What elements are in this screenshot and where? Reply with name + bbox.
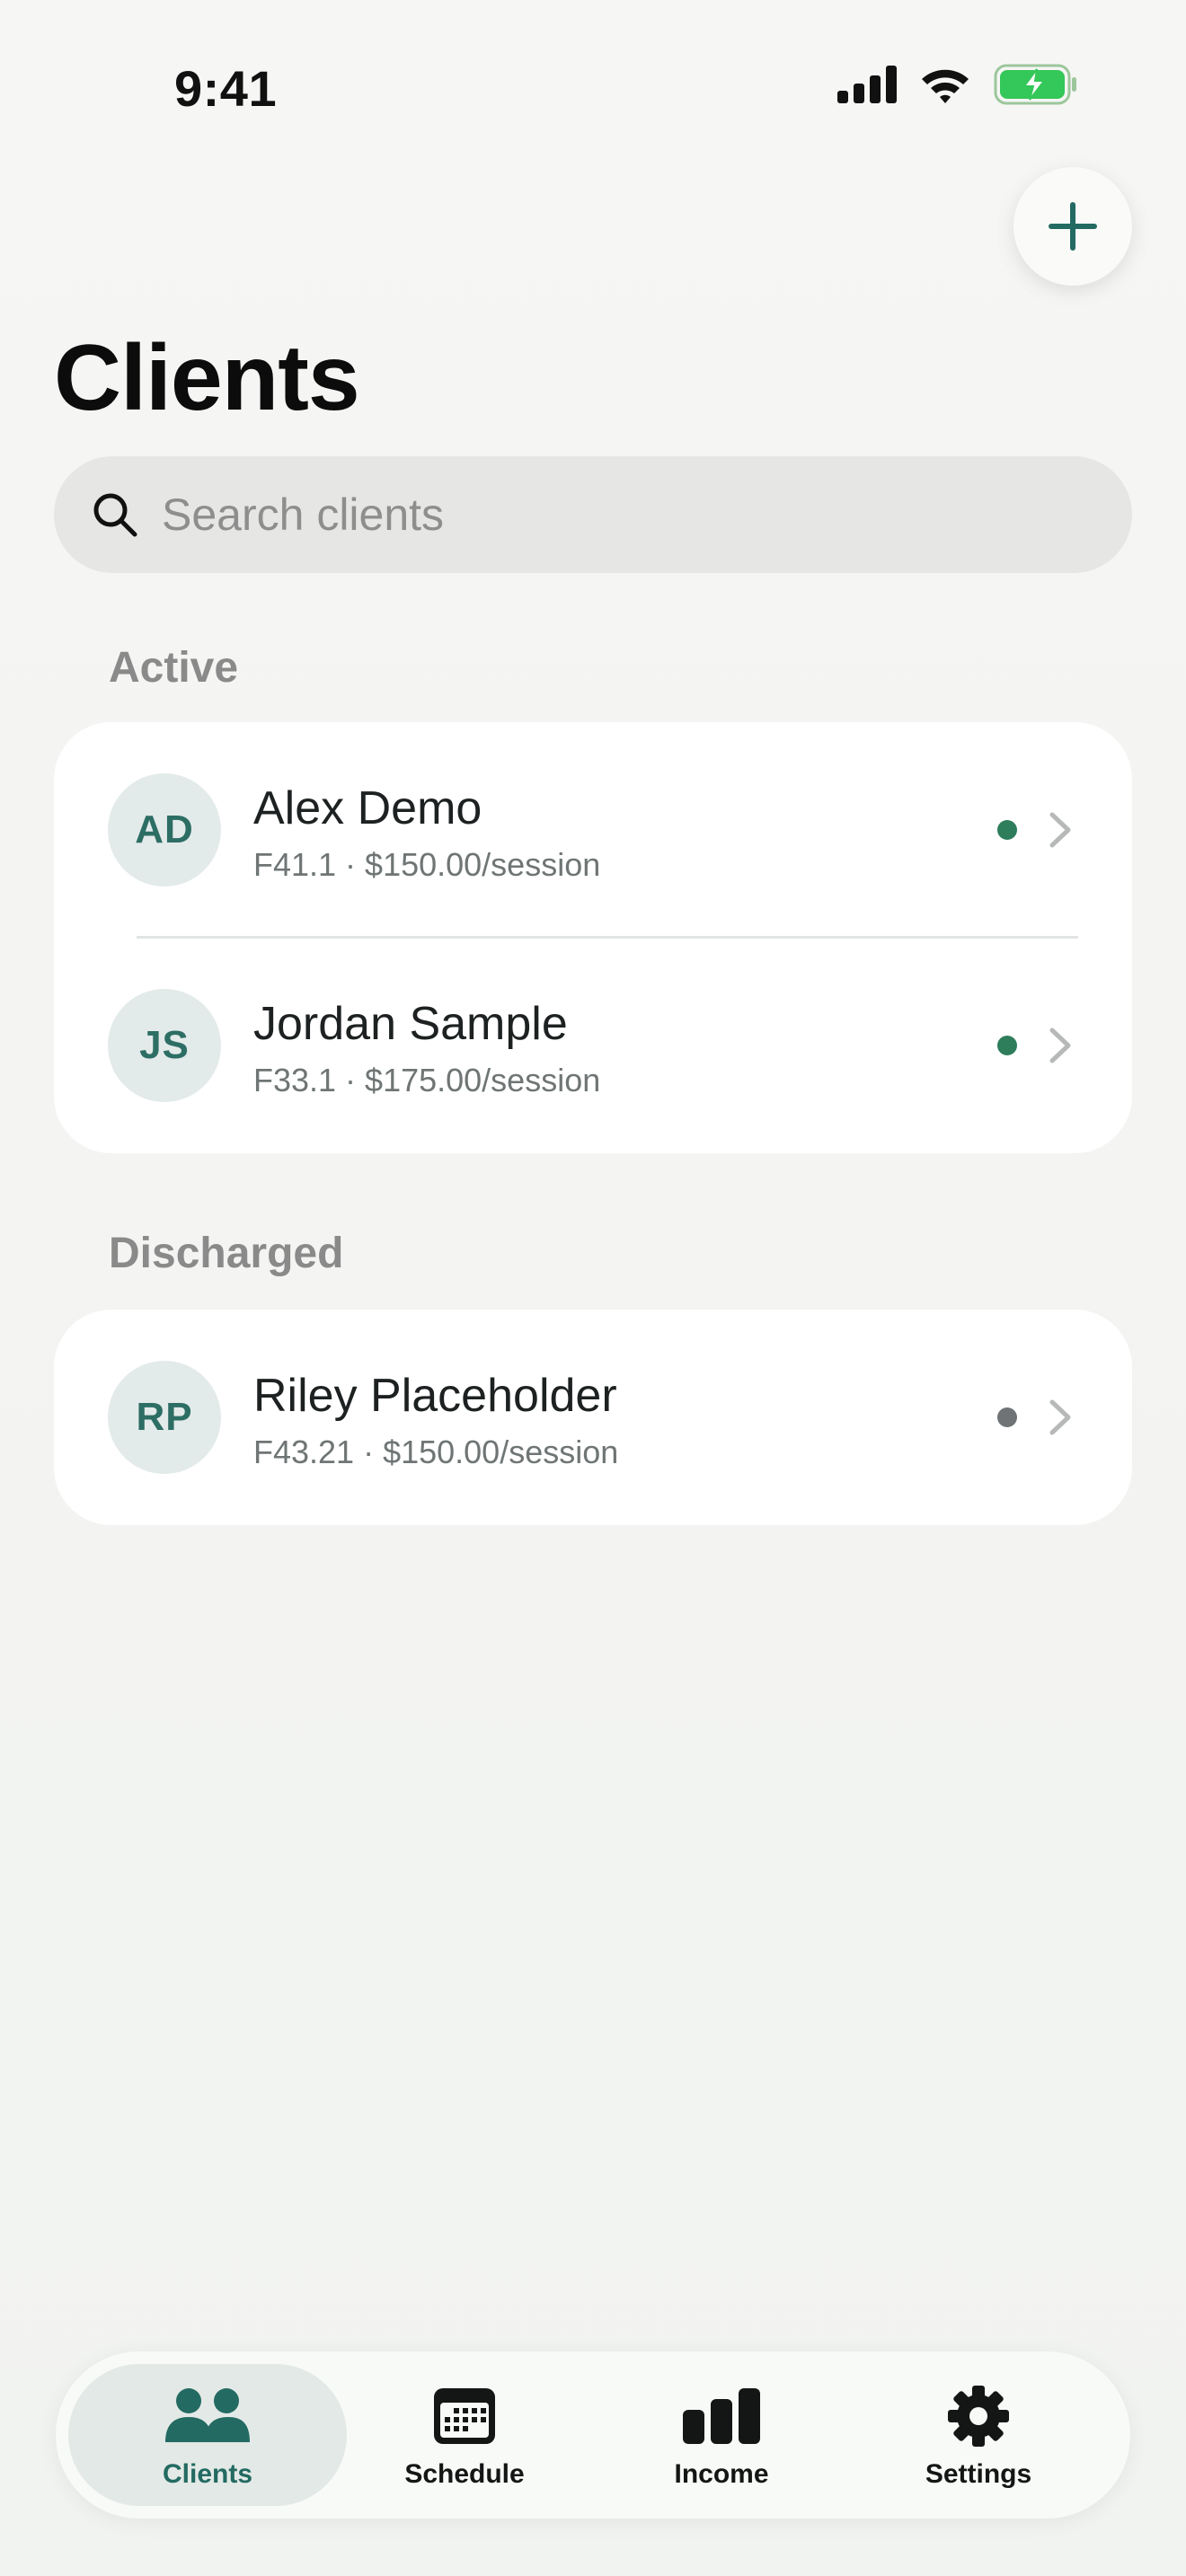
- tab-settings[interactable]: Settings: [839, 2364, 1118, 2506]
- search-input[interactable]: [160, 488, 1062, 542]
- status-dot-active: [997, 1036, 1017, 1055]
- plus-icon: [1049, 202, 1097, 251]
- tab-label: Income: [674, 2459, 769, 2489]
- client-row[interactable]: AD Alex Demo F41.1 · $150.00/session: [54, 722, 1132, 938]
- signal-icon: [837, 65, 897, 108]
- people-icon: [164, 2384, 252, 2448]
- page-title: Clients: [54, 326, 360, 430]
- avatar: JS: [108, 989, 221, 1102]
- client-meta: F33.1 · $175.00/session: [253, 1062, 601, 1098]
- chevron-right-icon: [1049, 1028, 1071, 1063]
- tab-clients[interactable]: Clients: [68, 2364, 347, 2506]
- discharged-clients-card: RP Riley Placeholder F43.21 · $150.00/se…: [54, 1310, 1132, 1525]
- active-clients-card: AD Alex Demo F41.1 · $150.00/session JS …: [54, 722, 1132, 1153]
- tab-income[interactable]: Income: [582, 2364, 861, 2506]
- avatar: RP: [108, 1361, 221, 1474]
- status-dot-discharged: [997, 1407, 1017, 1427]
- status-dot-active: [997, 820, 1017, 840]
- client-name: Jordan Sample: [253, 998, 568, 1050]
- bar-chart-icon: [681, 2384, 762, 2448]
- wifi-icon: [918, 65, 972, 109]
- search-icon: [92, 491, 138, 538]
- client-name: Riley Placeholder: [253, 1370, 617, 1422]
- client-meta: F41.1 · $150.00/session: [253, 846, 601, 883]
- section-label-active: Active: [109, 644, 239, 692]
- gear-icon: [946, 2384, 1011, 2448]
- section-label-discharged: Discharged: [109, 1230, 344, 1277]
- tab-label: Settings: [925, 2459, 1032, 2489]
- client-meta: F43.21 · $150.00/session: [253, 1434, 619, 1470]
- add-client-button[interactable]: [1013, 167, 1132, 286]
- status-time: 9:41: [174, 60, 278, 117]
- chevron-right-icon: [1049, 1399, 1071, 1435]
- avatar: AD: [108, 773, 221, 887]
- tab-label: Clients: [162, 2459, 253, 2489]
- chevron-right-icon: [1049, 812, 1071, 848]
- client-name: Alex Demo: [253, 782, 482, 834]
- tab-label: Schedule: [404, 2459, 525, 2489]
- client-row[interactable]: JS Jordan Sample F33.1 · $175.00/session: [54, 938, 1132, 1153]
- tab-schedule[interactable]: Schedule: [325, 2364, 604, 2506]
- status-icons: [837, 63, 1078, 110]
- tab-bar: Clients Schedule Income Settings: [56, 2351, 1130, 2519]
- battery-charging-icon: [994, 64, 1078, 110]
- calendar-icon: [432, 2384, 497, 2448]
- search-bar[interactable]: [54, 456, 1132, 573]
- client-row[interactable]: RP Riley Placeholder F43.21 · $150.00/se…: [54, 1310, 1132, 1525]
